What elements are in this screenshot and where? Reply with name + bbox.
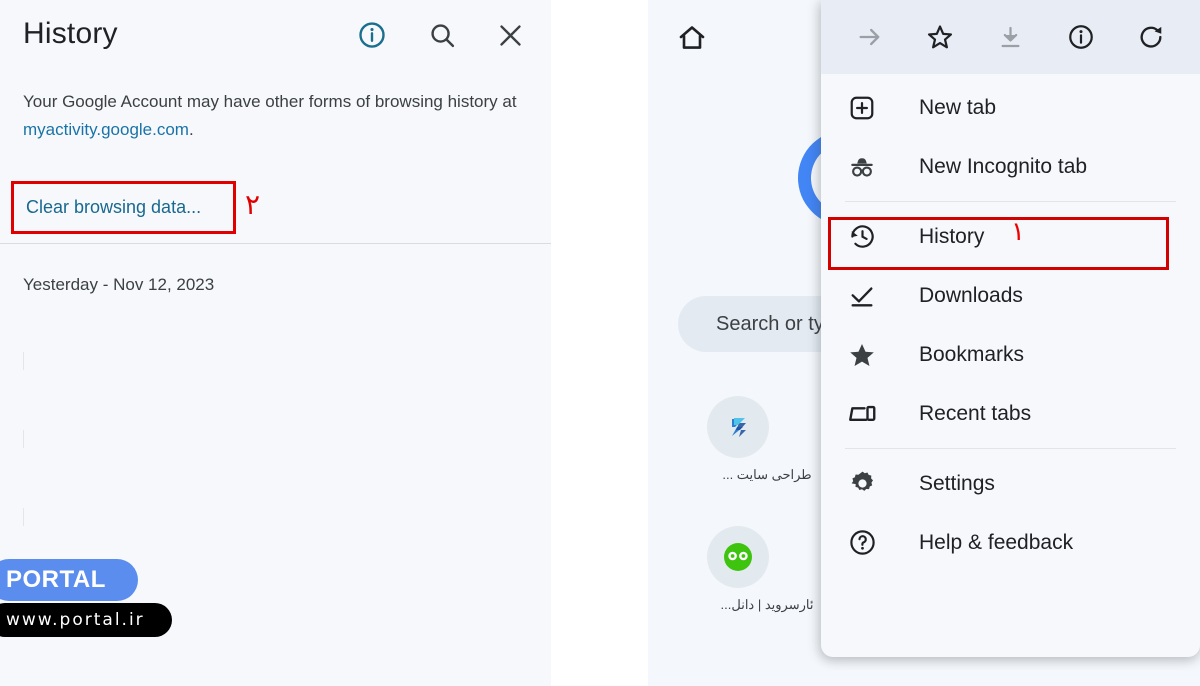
shortcut-tile-label: طراحی سایت ... bbox=[722, 467, 812, 482]
menu-item-label: Help & feedback bbox=[919, 530, 1074, 554]
menu-item-label: Recent tabs bbox=[919, 401, 1032, 425]
step-marker-1: ۱ bbox=[1011, 217, 1025, 247]
download-icon[interactable] bbox=[989, 16, 1031, 58]
watermark-url: www.portal.ir bbox=[0, 603, 172, 637]
new-tab-icon bbox=[845, 91, 879, 125]
history-icon bbox=[845, 220, 879, 254]
watermark-brand: PORTAL bbox=[0, 559, 138, 601]
menu-item-new-tab[interactable]: New tab bbox=[821, 78, 1200, 137]
search-icon[interactable] bbox=[425, 18, 459, 52]
forward-icon[interactable] bbox=[849, 16, 891, 58]
watermark-url-text: www.portal.ir bbox=[6, 610, 145, 630]
home-icon[interactable] bbox=[672, 18, 712, 58]
menu-item-label: New tab bbox=[919, 95, 997, 119]
section-divider bbox=[0, 243, 551, 244]
history-list-placeholder-row bbox=[23, 430, 24, 448]
clear-browsing-data-link[interactable]: Clear browsing data... bbox=[26, 197, 201, 218]
menu-item-history[interactable]: History ۱ bbox=[821, 207, 1200, 270]
history-list-placeholder-row bbox=[23, 352, 24, 370]
search-placeholder: Search or typ bbox=[716, 312, 835, 335]
note-text-after: . bbox=[188, 120, 194, 139]
shortcut-tile-label: ئارسروید | دانل... bbox=[720, 597, 814, 612]
history-date-group-header: Yesterday - Nov 12, 2023 bbox=[23, 275, 215, 294]
watermark-brand-text: PORTAL bbox=[6, 566, 106, 593]
red-highlight-box: Clear browsing data... bbox=[11, 181, 236, 234]
info-icon[interactable] bbox=[355, 18, 389, 52]
shortcut-tile[interactable]: ئارسروید | دانل... bbox=[707, 526, 827, 613]
history-page-panel: History Your Google Account may have oth… bbox=[0, 0, 551, 686]
red-highlight-box bbox=[828, 217, 1169, 270]
shortcut-tile[interactable]: طراحی سایت ... bbox=[707, 396, 827, 483]
chrome-overflow-menu: New tab New Incognito tab History ۱ Down… bbox=[821, 0, 1200, 657]
shortcut-tile-favicon bbox=[707, 526, 769, 588]
step-marker-2: ۲ bbox=[245, 188, 261, 221]
menu-item-new-incognito-tab[interactable]: New Incognito tab bbox=[821, 137, 1200, 196]
note-text-before: Your Google Account may have other forms… bbox=[23, 92, 517, 111]
settings-gear-icon bbox=[845, 467, 879, 501]
menu-items-list: New tab New Incognito tab History ۱ Down… bbox=[821, 74, 1200, 572]
downloads-icon bbox=[845, 279, 879, 313]
menu-separator bbox=[845, 448, 1176, 449]
account-history-note: Your Google Account may have other forms… bbox=[23, 88, 528, 144]
clear-browsing-data-highlight: Clear browsing data... bbox=[11, 181, 236, 234]
page-info-icon[interactable] bbox=[1060, 16, 1102, 58]
star-icon[interactable] bbox=[919, 16, 961, 58]
menu-item-label: Downloads bbox=[919, 283, 1023, 307]
menu-item-settings[interactable]: Settings bbox=[821, 454, 1200, 513]
menu-item-recent-tabs[interactable]: Recent tabs bbox=[821, 384, 1200, 443]
shortcut-tile-favicon bbox=[707, 396, 769, 458]
menu-item-help-feedback[interactable]: Help & feedback bbox=[821, 513, 1200, 572]
close-icon[interactable] bbox=[493, 18, 527, 52]
clipped-bottom-content bbox=[648, 668, 1200, 686]
menu-item-label: New Incognito tab bbox=[919, 154, 1088, 178]
help-icon bbox=[845, 526, 879, 560]
menu-quick-actions-toolbar bbox=[821, 0, 1200, 74]
bookmarks-icon bbox=[845, 338, 879, 372]
history-header: History bbox=[0, 0, 551, 72]
myactivity-link[interactable]: myactivity.google.com bbox=[23, 120, 189, 139]
menu-item-downloads[interactable]: Downloads bbox=[821, 266, 1200, 325]
incognito-icon bbox=[845, 150, 879, 184]
recent-tabs-icon bbox=[845, 397, 879, 431]
menu-separator bbox=[845, 201, 1176, 202]
menu-item-bookmarks[interactable]: Bookmarks bbox=[821, 325, 1200, 384]
menu-item-label: History bbox=[919, 224, 985, 248]
reload-icon[interactable] bbox=[1130, 16, 1172, 58]
menu-item-label: Settings bbox=[919, 471, 995, 495]
menu-item-label: Bookmarks bbox=[919, 342, 1025, 366]
screenshot-root: History Your Google Account may have oth… bbox=[0, 0, 1200, 686]
page-title: History bbox=[23, 17, 118, 50]
chrome-ntp-panel: Search or typ طراحی سایت ... ... bbox=[648, 0, 1200, 686]
history-list-placeholder-row bbox=[23, 508, 24, 526]
